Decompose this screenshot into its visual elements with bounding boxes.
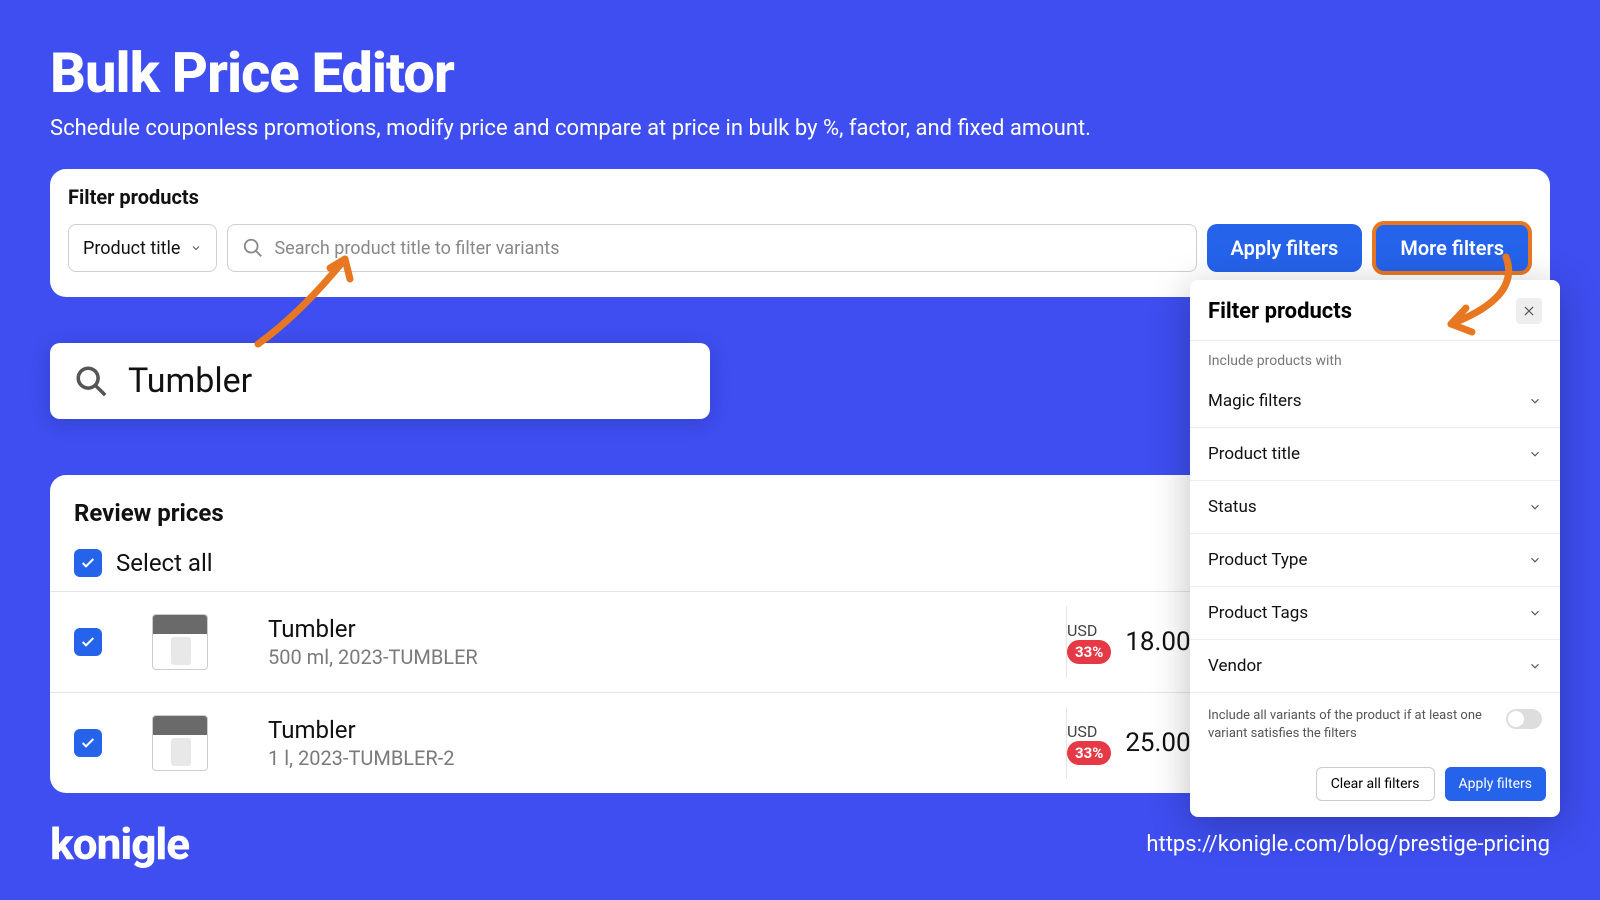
currency-label: USD — [1067, 621, 1097, 640]
filter-panel-title: Filter products — [1208, 299, 1352, 324]
close-panel-button[interactable] — [1516, 298, 1542, 324]
filter-card: Filter products Product title Apply filt… — [50, 169, 1550, 297]
chevron-down-icon — [1528, 394, 1542, 408]
select-all-checkbox[interactable] — [74, 549, 102, 577]
filter-accordion-item[interactable]: Status — [1190, 481, 1560, 534]
apply-filters-button[interactable]: Apply filters — [1207, 224, 1363, 272]
source-url: https://konigle.com/blog/prestige-pricin… — [1146, 832, 1550, 857]
select-all-label: Select all — [116, 549, 213, 577]
chevron-down-icon — [1528, 500, 1542, 514]
unit-price-value: 25.00 — [1125, 728, 1190, 758]
filter-accordion-label: Product Type — [1208, 550, 1307, 570]
search-icon — [74, 364, 108, 398]
filter-accordion-item[interactable]: Product title — [1190, 428, 1560, 481]
check-icon — [80, 555, 96, 571]
discount-badge: 33% — [1067, 640, 1111, 664]
currency-label: USD — [1067, 722, 1097, 741]
filter-field-select-label: Product title — [83, 238, 180, 259]
product-subtitle: 500 ml, 2023-TUMBLER — [268, 645, 1066, 669]
search-callout: Tumbler — [50, 343, 710, 419]
check-icon — [80, 634, 96, 650]
close-icon — [1522, 304, 1536, 318]
page-subtitle: Schedule couponless promotions, modify p… — [50, 116, 1550, 141]
more-filters-button[interactable]: More filters — [1372, 221, 1532, 275]
filter-accordion-label: Vendor — [1208, 656, 1262, 676]
chevron-down-icon — [1528, 553, 1542, 567]
filter-accordion-item[interactable]: Product Tags — [1190, 587, 1560, 640]
check-icon — [80, 735, 96, 751]
chevron-down-icon — [1528, 447, 1542, 461]
filter-panel-subtitle: Include products with — [1190, 340, 1560, 375]
unit-price-value: 18.00 — [1125, 627, 1190, 657]
filter-accordion-item[interactable]: Vendor — [1190, 640, 1560, 693]
chevron-down-icon — [190, 242, 202, 254]
filter-accordion-label: Product Tags — [1208, 603, 1308, 623]
search-input-wrap[interactable] — [227, 224, 1196, 272]
search-callout-text: Tumbler — [128, 361, 252, 401]
product-title: Tumbler — [268, 716, 1066, 744]
filter-accordion-label: Product title — [1208, 444, 1300, 464]
apply-filters-panel-button[interactable]: Apply filters — [1445, 767, 1547, 801]
product-thumbnail — [152, 715, 208, 771]
filter-field-select[interactable]: Product title — [68, 224, 217, 272]
page-title: Bulk Price Editor — [50, 40, 1550, 106]
discount-badge: 33% — [1067, 741, 1111, 765]
product-thumbnail — [152, 614, 208, 670]
brand-logo: konigle — [50, 818, 189, 870]
filter-accordion-label: Magic filters — [1208, 391, 1302, 411]
row-checkbox[interactable] — [74, 729, 102, 757]
product-title: Tumbler — [268, 615, 1066, 643]
search-input[interactable] — [274, 238, 1181, 259]
filter-accordion-item[interactable]: Product Type — [1190, 534, 1560, 587]
filter-panel: Filter products Include products with Ma… — [1190, 280, 1560, 817]
chevron-down-icon — [1528, 606, 1542, 620]
search-icon — [242, 237, 264, 259]
chevron-down-icon — [1528, 659, 1542, 673]
include-variants-text: Include all variants of the product if a… — [1208, 707, 1494, 743]
clear-filters-button[interactable]: Clear all filters — [1316, 767, 1435, 801]
include-variants-toggle[interactable] — [1506, 709, 1542, 729]
product-subtitle: 1 l, 2023-TUMBLER-2 — [268, 746, 1066, 770]
filter-card-label: Filter products — [68, 185, 1532, 209]
filter-accordion-item[interactable]: Magic filters — [1190, 375, 1560, 428]
row-checkbox[interactable] — [74, 628, 102, 656]
filter-accordion-label: Status — [1208, 497, 1257, 517]
